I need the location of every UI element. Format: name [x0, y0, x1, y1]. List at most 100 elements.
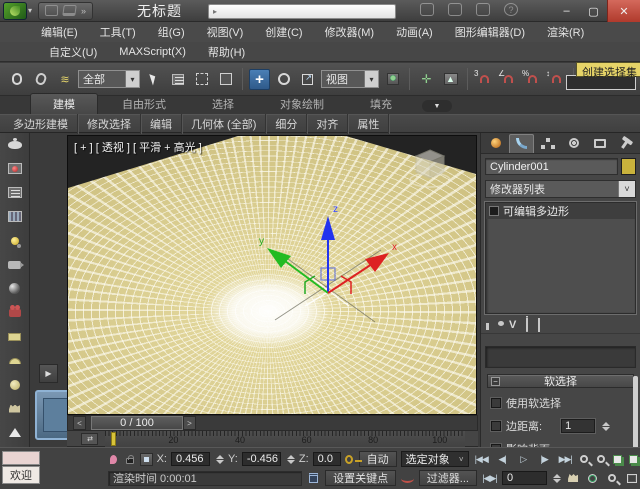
set-keys-button[interactable]: 设置关键点 — [325, 470, 396, 486]
modify-tab-icon[interactable] — [509, 134, 534, 153]
soft-selection-header[interactable]: − 软选择 — [487, 374, 634, 388]
spinner-snap-icon[interactable]: ↕ — [546, 69, 567, 90]
next-frame-icon[interactable]: |▶ — [536, 452, 553, 467]
arrow-up-icon[interactable] — [6, 425, 24, 440]
selection-set-dropdown[interactable]: 选定对象 ˅ — [401, 451, 469, 467]
z-coordinate-field[interactable]: 0.0 — [313, 452, 341, 466]
x-coordinate-field[interactable]: 0.456 — [171, 452, 210, 466]
keyboard-shortcut-override-icon[interactable]: ▲ — [440, 69, 461, 90]
ribbon-tab-selection[interactable]: 选择 — [190, 94, 256, 114]
motion-tab-icon[interactable] — [561, 134, 586, 153]
help-icon[interactable]: ? — [504, 3, 518, 16]
unlink-selection-icon[interactable] — [30, 69, 51, 90]
minimize-button[interactable]: – — [553, 0, 580, 22]
open-file-icon[interactable] — [62, 5, 77, 16]
hand-icon[interactable] — [6, 401, 24, 416]
close-button[interactable]: ✕ — [607, 0, 640, 22]
object-name-field[interactable]: Cylinder001 — [485, 158, 618, 175]
light-icon[interactable] — [6, 233, 24, 248]
orbit-icon[interactable] — [585, 471, 601, 486]
new-key-settings-icon[interactable] — [400, 471, 415, 485]
pan-hand-icon[interactable] — [565, 471, 581, 486]
toolbar-expand-button[interactable]: ▶ — [39, 364, 58, 383]
reference-coordinate-dropdown[interactable]: 视图 ▾ — [321, 70, 379, 88]
track-bar-ruler[interactable]: 20 40 60 80 100 — [105, 431, 465, 447]
dome-primitive-icon[interactable] — [6, 353, 24, 368]
camera-icon[interactable] — [6, 257, 24, 272]
select-and-link-icon[interactable] — [6, 69, 27, 90]
create-tab-icon[interactable] — [483, 134, 508, 153]
menu-help[interactable]: 帮助(H) — [197, 42, 256, 62]
rectangular-selection-region-icon[interactable] — [191, 69, 212, 90]
utilities-tab-icon[interactable] — [613, 134, 638, 153]
auto-key-button[interactable]: 自动 — [359, 451, 397, 467]
previous-frame-icon[interactable]: ◀| — [494, 452, 511, 467]
app-menu-caret-icon[interactable]: ▾ — [28, 6, 32, 15]
welcome-button[interactable]: 欢迎 — [2, 466, 40, 484]
use-pivot-point-icon[interactable] — [382, 69, 403, 90]
remove-modifier-icon[interactable] — [526, 319, 528, 331]
search-icon[interactable] — [420, 3, 434, 16]
frame-spinner[interactable] — [553, 474, 561, 483]
ribbon-panel-properties[interactable]: 属性 — [348, 114, 389, 134]
stack-item-editable-poly[interactable]: 可编辑多边形 — [486, 203, 635, 219]
select-object-icon[interactable] — [143, 69, 164, 90]
select-and-rotate-icon[interactable] — [273, 69, 294, 90]
ribbon-tab-object-paint[interactable]: 对象绘制 — [258, 94, 346, 114]
ribbon-tab-freeform[interactable]: 自由形式 — [100, 94, 188, 114]
angle-snap-icon[interactable]: ∠ — [498, 69, 519, 90]
move-gizmo[interactable]: z y x — [253, 198, 403, 331]
object-color-swatch[interactable] — [621, 158, 636, 175]
viewcube[interactable] — [406, 146, 454, 195]
favorites-icon[interactable] — [476, 3, 490, 16]
maxscript-mini-listener[interactable] — [2, 451, 40, 465]
zoom-all-icon[interactable] — [594, 452, 607, 467]
command-search-input[interactable]: ▸ — [208, 4, 396, 19]
collapse-icon[interactable]: − — [491, 377, 500, 386]
ribbon-tab-modeling[interactable]: 建模 — [30, 93, 98, 114]
render-setup-icon[interactable] — [6, 161, 24, 176]
environment-dialog-icon[interactable] — [6, 209, 24, 224]
make-unique-icon[interactable]: V — [509, 319, 516, 331]
menu-animation[interactable]: 动画(A) — [385, 22, 444, 42]
percent-snap-icon[interactable]: % — [522, 69, 543, 90]
selection-filter-dropdown[interactable]: 全部 ▾ — [78, 70, 140, 88]
ribbon-panel-edit[interactable]: 编辑 — [141, 114, 182, 134]
edge-distance-spinner[interactable] — [602, 422, 610, 431]
use-soft-selection-checkbox[interactable] — [491, 398, 501, 408]
menu-customize[interactable]: 自定义(U) — [38, 42, 108, 62]
menu-tools[interactable]: 工具(T) — [89, 22, 147, 42]
zoom-extents-all-icon[interactable] — [627, 452, 640, 467]
ribbon-panel-align[interactable]: 对齐 — [307, 114, 348, 134]
menu-maxscript[interactable]: MAXScript(X) — [108, 44, 197, 60]
open-mini-curve-editor-icon[interactable]: ⇄ — [81, 433, 98, 445]
bind-to-space-warp-icon[interactable]: ≋ — [54, 69, 75, 90]
go-to-end-icon[interactable]: ▶▶| — [557, 452, 574, 467]
render-teapot-icon[interactable] — [6, 137, 24, 152]
key-mode-toggle-icon[interactable]: |◀▶| — [481, 471, 498, 486]
zoom-extents-icon[interactable] — [611, 452, 624, 467]
y-coordinate-field[interactable]: -0.456 — [242, 452, 281, 466]
zoom-region-icon[interactable] — [605, 471, 621, 486]
play-animation-icon[interactable]: ▷ — [515, 452, 532, 467]
ribbon-panel-subdivision[interactable]: 细分 — [266, 114, 307, 134]
edge-distance-checkbox[interactable] — [491, 421, 501, 431]
x-spinner[interactable] — [216, 455, 224, 464]
display-tab-icon[interactable] — [587, 134, 612, 153]
absolute-offset-mode-icon[interactable] — [140, 452, 153, 466]
configure-modifier-sets-icon[interactable] — [538, 319, 540, 331]
ribbon-minimize-dropdown-icon[interactable]: ▼ — [422, 100, 452, 112]
maximize-viewport-toggle-icon[interactable] — [624, 471, 640, 486]
menu-views[interactable]: 视图(V) — [196, 22, 255, 42]
video-camera-icon[interactable] — [6, 305, 24, 320]
time-slider-grip[interactable]: 0 / 100 — [91, 416, 183, 430]
selection-lock-icon[interactable] — [124, 452, 136, 466]
modifier-list-dropdown[interactable]: 修改器列表 ˅ — [485, 180, 636, 198]
y-spinner[interactable] — [287, 455, 295, 464]
ribbon-tab-populate[interactable]: 填充 — [348, 94, 414, 114]
ribbon-panel-geometry-all[interactable]: 几何体 (全部) — [182, 114, 266, 134]
menu-group[interactable]: 组(G) — [147, 22, 196, 42]
sphere-primitive-icon[interactable] — [6, 377, 24, 392]
menu-create[interactable]: 创建(C) — [254, 22, 313, 42]
select-by-name-icon[interactable] — [167, 69, 188, 90]
